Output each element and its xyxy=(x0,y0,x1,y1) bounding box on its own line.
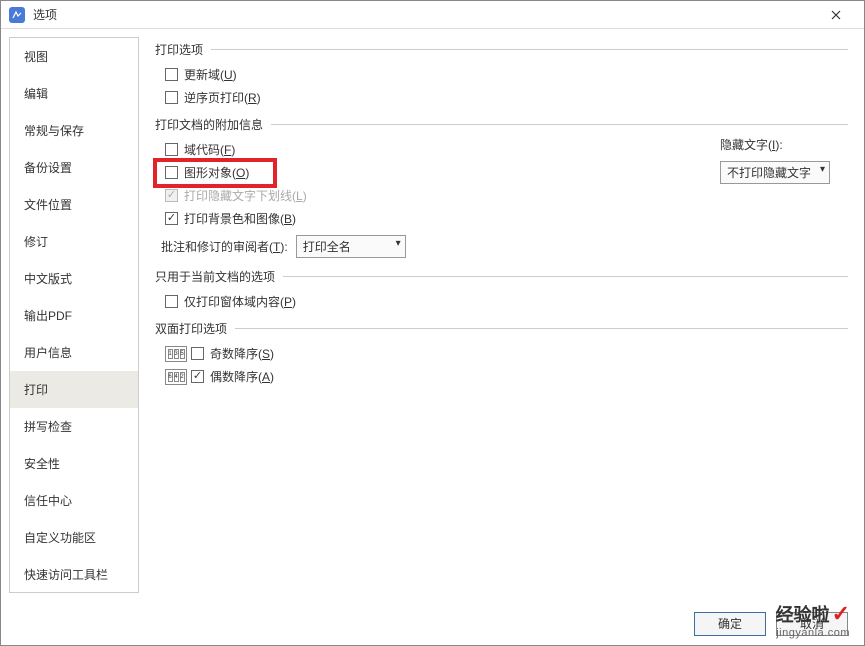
group-duplex: 双面打印选项 135 奇数降序(S) 642 偶数降序(A) xyxy=(155,320,848,385)
window-title: 选项 xyxy=(33,6,816,23)
sidebar-item-trust-center[interactable]: 信任中心 xyxy=(10,482,138,519)
content-panel: 打印选项 更新域(U) 逆序页打印(R) 打印文档的附加信息 隐藏文字(I): … xyxy=(143,29,864,601)
checkbox-graphic-objects[interactable] xyxy=(165,166,178,179)
checkbox-field-codes[interactable] xyxy=(165,143,178,156)
label-hidden-underline: 打印隐藏文字下划线(L) xyxy=(184,187,307,204)
group-title-doc-info: 打印文档的附加信息 xyxy=(155,116,848,133)
label-update-fields: 更新域(U) xyxy=(184,66,237,83)
checkbox-form-fields[interactable] xyxy=(165,295,178,308)
group-title-current-doc: 只用于当前文档的选项 xyxy=(155,268,848,285)
checkbox-reverse-print[interactable] xyxy=(165,91,178,104)
sidebar-item-chinese-layout[interactable]: 中文版式 xyxy=(10,260,138,297)
sidebar-item-user-info[interactable]: 用户信息 xyxy=(10,334,138,371)
label-even-desc: 偶数降序(A) xyxy=(210,368,274,385)
label-odd-desc: 奇数降序(S) xyxy=(210,345,274,362)
even-pages-icon: 642 xyxy=(165,369,187,385)
label-reverse-print: 逆序页打印(R) xyxy=(184,89,261,106)
label-reviewer: 批注和修订的审阅者(T): xyxy=(161,238,288,255)
row-reviewer: 批注和修订的审阅者(T): 打印全名 xyxy=(161,235,848,258)
checkbox-odd-desc[interactable] xyxy=(191,347,204,360)
row-update-fields: 更新域(U) xyxy=(165,66,848,83)
ok-button[interactable]: 确定 xyxy=(694,612,766,636)
label-graphic-objects: 图形对象(O) xyxy=(184,164,249,181)
checkbox-update-fields[interactable] xyxy=(165,68,178,81)
odd-pages-icon: 135 xyxy=(165,346,187,362)
row-reverse-print: 逆序页打印(R) xyxy=(165,89,848,106)
sidebar-item-quick-access[interactable]: 快速访问工具栏 xyxy=(10,556,138,593)
dialog-body: 视图 编辑 常规与保存 备份设置 文件位置 修订 中文版式 输出PDF 用户信息… xyxy=(1,29,864,601)
sidebar-item-general-save[interactable]: 常规与保存 xyxy=(10,112,138,149)
sidebar-item-print[interactable]: 打印 xyxy=(10,371,138,408)
titlebar: 选项 xyxy=(1,1,864,29)
label-form-fields: 仅打印窗体域内容(P) xyxy=(184,293,296,310)
group-print-options: 打印选项 更新域(U) 逆序页打印(R) xyxy=(155,41,848,106)
row-hidden-underline: 打印隐藏文字下划线(L) xyxy=(165,187,848,204)
label-field-codes: 域代码(F) xyxy=(184,141,235,158)
sidebar-item-output-pdf[interactable]: 输出PDF xyxy=(10,297,138,334)
group-current-doc: 只用于当前文档的选项 仅打印窗体域内容(P) xyxy=(155,268,848,310)
checkbox-hidden-underline xyxy=(165,189,178,202)
cancel-button[interactable]: 取消 xyxy=(776,612,848,636)
sidebar-item-edit[interactable]: 编辑 xyxy=(10,75,138,112)
sidebar-item-view[interactable]: 视图 xyxy=(10,38,138,75)
close-button[interactable] xyxy=(816,1,856,29)
sidebar-item-file-location[interactable]: 文件位置 xyxy=(10,186,138,223)
row-graphic-objects: 图形对象(O) xyxy=(165,164,848,181)
sidebar-item-spellcheck[interactable]: 拼写检查 xyxy=(10,408,138,445)
checkbox-even-desc[interactable] xyxy=(191,370,204,383)
group-title-duplex: 双面打印选项 xyxy=(155,320,848,337)
row-odd-desc: 135 奇数降序(S) xyxy=(165,345,848,362)
row-form-fields: 仅打印窗体域内容(P) xyxy=(165,293,848,310)
dropdown-reviewer[interactable]: 打印全名 xyxy=(296,235,406,258)
checkbox-bg-images[interactable] xyxy=(165,212,178,225)
app-icon xyxy=(9,7,25,23)
label-bg-images: 打印背景色和图像(B) xyxy=(184,210,296,227)
sidebar: 视图 编辑 常规与保存 备份设置 文件位置 修订 中文版式 输出PDF 用户信息… xyxy=(9,37,139,593)
options-dialog: 选项 视图 编辑 常规与保存 备份设置 文件位置 修订 中文版式 输出PDF 用… xyxy=(0,0,865,646)
row-bg-images: 打印背景色和图像(B) xyxy=(165,210,848,227)
sidebar-item-revision[interactable]: 修订 xyxy=(10,223,138,260)
group-doc-info: 打印文档的附加信息 隐藏文字(I): 不打印隐藏文字 域代码(F) 图形对象(O… xyxy=(155,116,848,258)
sidebar-item-custom-ribbon[interactable]: 自定义功能区 xyxy=(10,519,138,556)
row-even-desc: 642 偶数降序(A) xyxy=(165,368,848,385)
sidebar-item-backup[interactable]: 备份设置 xyxy=(10,149,138,186)
row-field-codes: 域代码(F) xyxy=(165,141,848,158)
dialog-footer: 确定 取消 经验啦✓ jingyanla.com xyxy=(1,601,864,645)
sidebar-item-security[interactable]: 安全性 xyxy=(10,445,138,482)
group-title-print-options: 打印选项 xyxy=(155,41,848,58)
